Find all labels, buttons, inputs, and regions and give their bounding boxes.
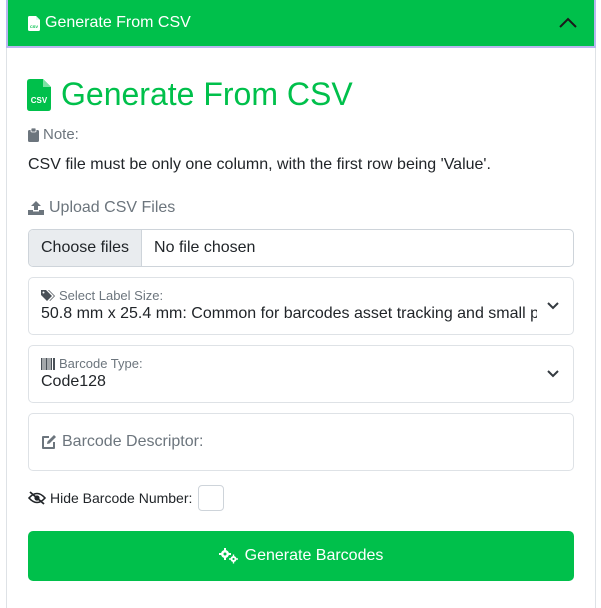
barcode-type-label: Barcode Type: [41,356,143,371]
hide-barcode-number-label: Hide Barcode Number: [50,490,193,506]
clipboard-icon [28,127,39,142]
barcode-descriptor-placeholder-text: Barcode Descriptor: [62,433,204,450]
file-csv-icon: CSV [28,15,40,31]
tags-icon [41,289,55,302]
accordion-header[interactable]: CSV Generate From CSV [6,0,596,48]
hide-barcode-number-checkbox[interactable] [198,485,225,511]
barcode-icon [41,357,55,370]
note-text: CSV file must be only one column, with t… [28,156,491,173]
accordion-body: CSV Generate From CSV Note: CSV file mus… [6,48,596,608]
label-size-value: 50.8 mm x 25.4 mm: Common for barcodes a… [41,305,537,322]
barcode-type-value: Code128 [41,373,106,390]
upload-label: Upload CSV Files [28,199,175,217]
chevron-up-icon[interactable] [558,16,578,30]
note-label: Note: [28,126,79,143]
choose-files-button[interactable]: Choose files [29,230,143,266]
barcode-type-label-text: Barcode Type: [59,356,143,371]
hide-barcode-number-row: Hide Barcode Number: [28,485,225,511]
label-size-select[interactable]: Select Label Size: 50.8 mm x 25.4 mm: Co… [28,277,574,335]
barcode-descriptor-input[interactable]: Barcode Descriptor: [28,413,574,471]
chevron-down-icon [547,368,559,378]
barcode-descriptor-placeholder: Barcode Descriptor: [41,433,203,451]
csv-file-input[interactable]: Choose files No file chosen [28,229,574,267]
eye-slash-icon [28,491,46,505]
generate-barcodes-button[interactable]: Generate Barcodes [28,531,574,581]
upload-label-text: Upload CSV Files [49,199,176,216]
generate-barcodes-label: Generate Barcodes [244,547,384,564]
svg-text:CSV: CSV [31,96,48,105]
upload-icon [28,201,44,215]
edit-icon [41,434,57,450]
chevron-down-icon [547,300,559,310]
file-csv-icon: CSV [27,78,51,111]
file-status: No file chosen [154,239,256,256]
label-size-label: Select Label Size: [41,288,163,303]
accordion-title: Generate From CSV [45,14,191,31]
gears-icon [218,548,239,564]
page-title: CSV Generate From CSV [27,76,353,113]
page-title-text: Generate From CSV [61,76,353,112]
note-label-text: Note: [43,126,79,143]
barcode-type-select[interactable]: Barcode Type: Code128 [28,345,574,403]
label-size-label-text: Select Label Size: [59,288,164,303]
svg-text:CSV: CSV [30,24,39,29]
